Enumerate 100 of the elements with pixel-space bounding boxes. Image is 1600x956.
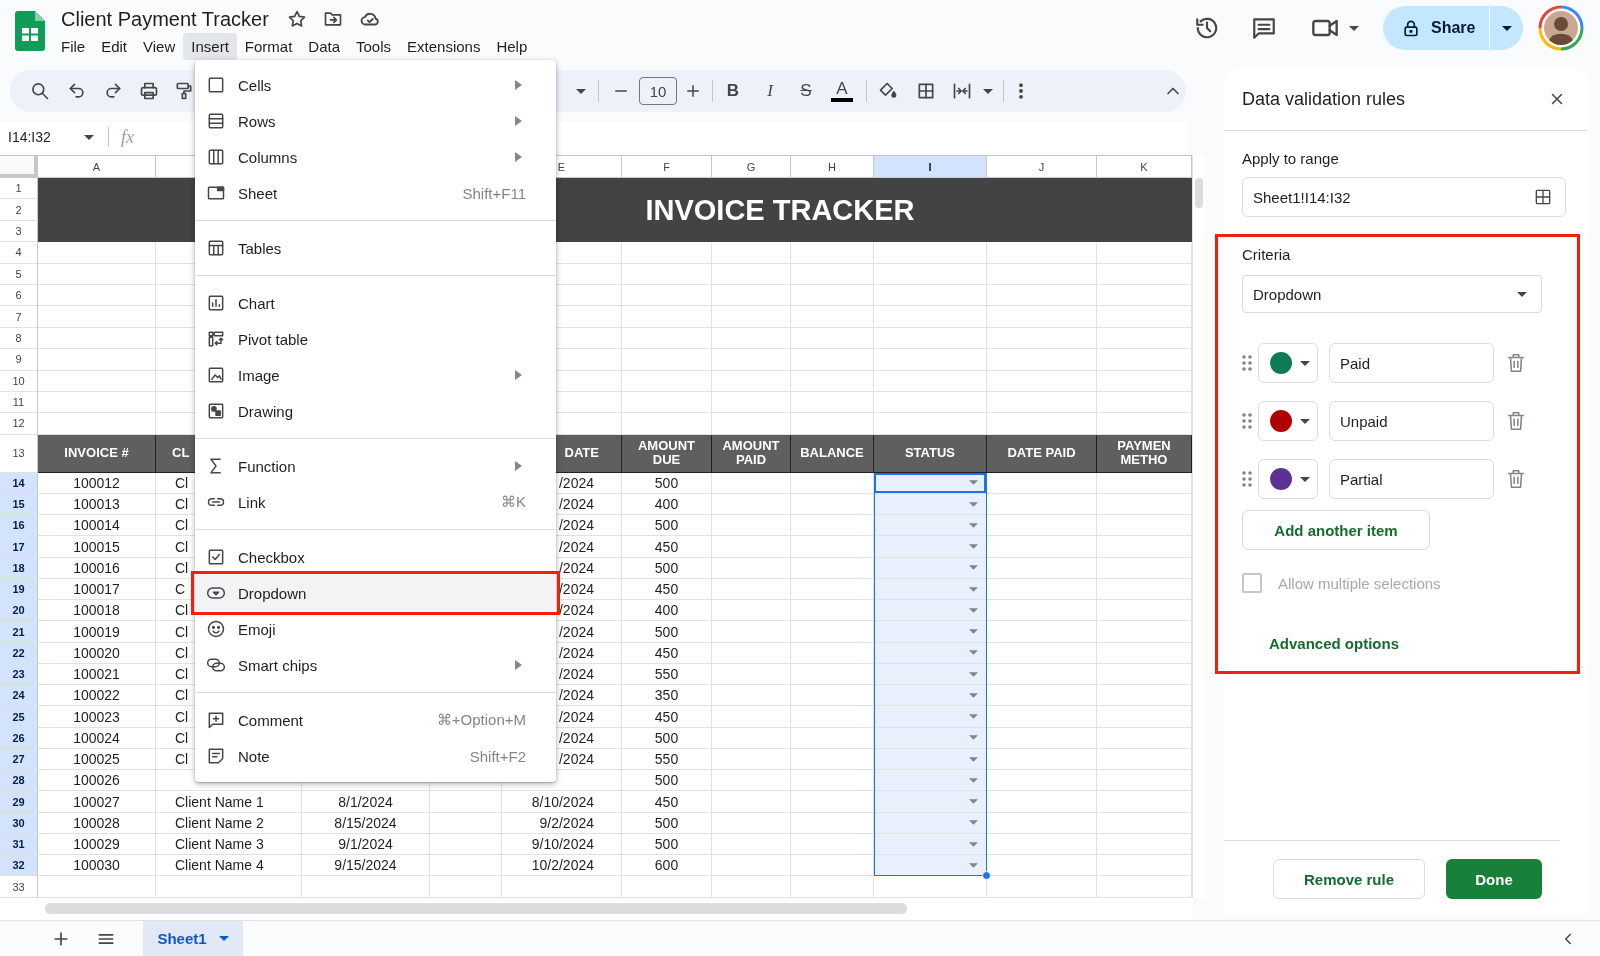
empty-cell[interactable] xyxy=(712,536,791,558)
dropdown-cell[interactable] xyxy=(874,600,987,622)
row-number[interactable]: 27 xyxy=(0,748,38,771)
color-picker-button[interactable] xyxy=(1258,401,1318,441)
row-number[interactable]: 2 xyxy=(0,199,38,221)
row-number[interactable]: 10 xyxy=(0,370,38,392)
document-title[interactable]: Client Payment Tracker xyxy=(61,7,269,31)
empty-cell[interactable] xyxy=(712,642,791,664)
empty-cell[interactable] xyxy=(622,370,712,392)
menu-button[interactable]: Help xyxy=(488,33,536,60)
grid-icon[interactable] xyxy=(1533,187,1553,207)
menu-button[interactable]: Data xyxy=(300,33,348,60)
dropdown-cell[interactable] xyxy=(874,621,987,643)
empty-cell[interactable] xyxy=(791,349,874,371)
menu-item[interactable]: Chart xyxy=(195,285,556,321)
empty-cell[interactable] xyxy=(987,327,1097,350)
dropdown-cell[interactable] xyxy=(874,706,987,728)
add-item-button[interactable]: Add another item xyxy=(1242,510,1430,550)
menu-item[interactable]: Image xyxy=(195,357,556,393)
row-number[interactable]: 4 xyxy=(0,242,38,264)
row-number[interactable]: 6 xyxy=(0,284,38,307)
sheets-logo-icon[interactable] xyxy=(15,11,45,51)
menu-button[interactable]: View xyxy=(135,33,184,60)
empty-cell[interactable] xyxy=(622,349,712,371)
row-number[interactable]: 28 xyxy=(0,770,38,792)
empty-cell[interactable] xyxy=(874,391,987,414)
share-options-button[interactable] xyxy=(1490,6,1523,50)
empty-cell[interactable] xyxy=(622,306,712,328)
row-number[interactable]: 1 xyxy=(0,178,38,200)
empty-cell[interactable] xyxy=(712,600,791,622)
trash-icon[interactable] xyxy=(1505,410,1527,432)
empty-cell[interactable] xyxy=(791,413,874,435)
item-field[interactable]: Partial xyxy=(1329,459,1494,499)
row-number[interactable]: 18 xyxy=(0,557,38,579)
row-number[interactable]: 29 xyxy=(0,791,38,813)
select-all-corner[interactable] xyxy=(0,156,38,178)
row-number[interactable]: 25 xyxy=(0,706,38,728)
dropdown-cell[interactable] xyxy=(874,536,987,558)
empty-cell[interactable] xyxy=(712,349,791,371)
menu-item[interactable]: Drawing xyxy=(195,393,556,429)
empty-cell[interactable] xyxy=(987,284,1097,307)
share-button[interactable]: Share xyxy=(1383,6,1489,50)
borders-icon[interactable] xyxy=(916,81,936,101)
row-number[interactable]: 19 xyxy=(0,578,38,601)
item-field[interactable]: Unpaid xyxy=(1329,401,1494,441)
empty-cell[interactable] xyxy=(712,493,791,516)
history-icon[interactable] xyxy=(1194,15,1220,41)
empty-cell[interactable] xyxy=(874,370,987,392)
row-number[interactable]: 32 xyxy=(0,855,38,877)
menu-button[interactable]: Tools xyxy=(348,33,400,60)
empty-cell[interactable] xyxy=(874,327,987,350)
row-number[interactable]: 24 xyxy=(0,685,38,707)
column-header[interactable]: I xyxy=(874,156,987,178)
row-number[interactable]: 21 xyxy=(0,621,38,643)
fill-handle[interactable] xyxy=(982,871,991,881)
sheet-tab[interactable]: Sheet1 xyxy=(143,920,243,956)
dropdown-cell[interactable] xyxy=(874,515,987,537)
empty-cell[interactable] xyxy=(874,263,987,285)
empty-cell[interactable] xyxy=(712,748,791,771)
empty-cell[interactable] xyxy=(712,557,791,579)
search-icon[interactable] xyxy=(30,81,50,101)
row-number[interactable]: 3 xyxy=(0,220,38,243)
range-field[interactable]: Sheet1!I14:I32 xyxy=(1242,177,1566,217)
menu-button[interactable]: Edit xyxy=(93,33,136,60)
italic-button[interactable]: I xyxy=(761,80,779,102)
drag-handle-icon[interactable] xyxy=(1242,413,1252,429)
empty-cell[interactable] xyxy=(712,515,791,537)
undo-icon[interactable] xyxy=(67,81,87,101)
empty-cell[interactable] xyxy=(712,812,791,834)
empty-cell[interactable] xyxy=(987,263,1097,285)
empty-cell[interactable] xyxy=(987,370,1097,392)
empty-cell[interactable] xyxy=(622,327,712,350)
advanced-options-link[interactable]: Advanced options xyxy=(1269,634,1399,654)
empty-cell[interactable] xyxy=(712,791,791,813)
dropdown-cell[interactable] xyxy=(874,685,987,707)
empty-cell[interactable] xyxy=(430,791,502,813)
paint-bucket-icon[interactable] xyxy=(878,81,898,101)
scrollbar-thumb[interactable] xyxy=(45,903,907,914)
row-number[interactable]: 8 xyxy=(0,327,38,350)
dropdown-cell[interactable] xyxy=(874,791,987,813)
item-field[interactable]: Paid xyxy=(1329,343,1494,383)
empty-cell[interactable] xyxy=(622,242,712,264)
empty-cell[interactable] xyxy=(622,413,712,435)
row-number[interactable]: 17 xyxy=(0,536,38,558)
empty-cell[interactable] xyxy=(874,242,987,264)
criteria-select[interactable]: Dropdown xyxy=(1242,275,1542,313)
empty-cell[interactable] xyxy=(874,284,987,307)
empty-cell[interactable] xyxy=(791,391,874,414)
row-number[interactable]: 33 xyxy=(0,876,38,899)
print-icon[interactable] xyxy=(139,81,159,101)
color-picker-button[interactable] xyxy=(1258,343,1318,383)
color-picker-button[interactable] xyxy=(1258,459,1318,499)
empty-cell[interactable] xyxy=(987,306,1097,328)
row-number[interactable]: 12 xyxy=(0,413,38,435)
strikethrough-button[interactable]: S xyxy=(797,80,815,102)
menu-item[interactable]: Pivot table xyxy=(195,321,556,357)
row-number[interactable]: 26 xyxy=(0,727,38,749)
empty-cell[interactable] xyxy=(712,370,791,392)
empty-cell[interactable] xyxy=(712,685,791,707)
drag-handle-icon[interactable] xyxy=(1242,471,1252,487)
